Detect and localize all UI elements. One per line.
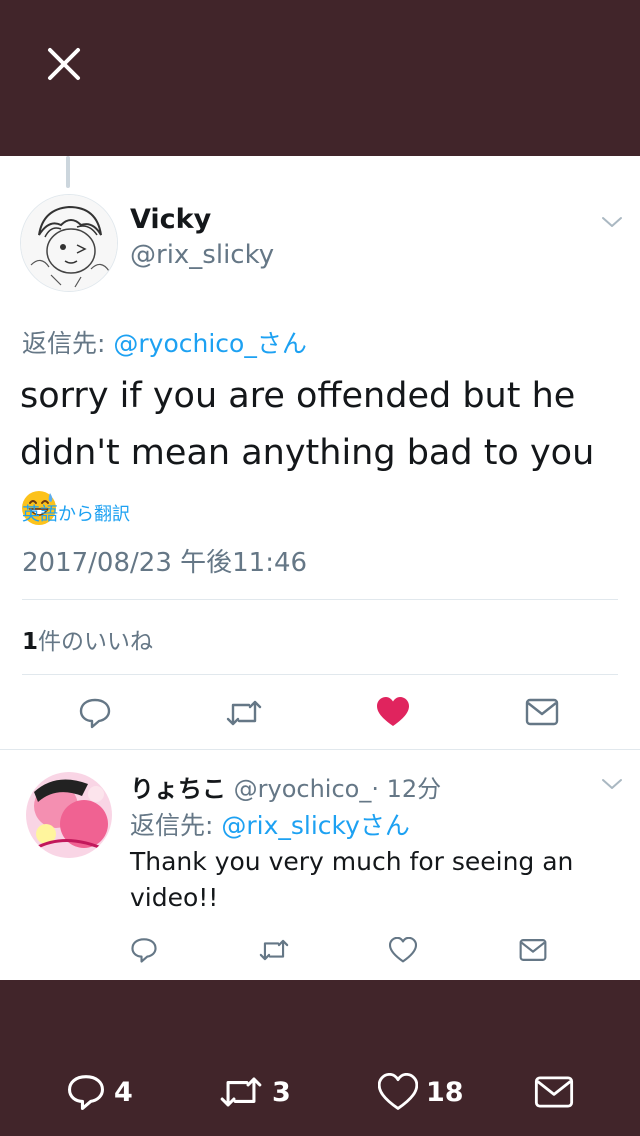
replying-to: 返信先: @ryochico_さん xyxy=(22,324,307,360)
like-button[interactable] xyxy=(376,696,410,732)
likes-count[interactable]: 1件のいいね xyxy=(22,622,153,656)
avatar[interactable] xyxy=(20,194,118,292)
mail-icon xyxy=(519,939,547,961)
thread-line xyxy=(66,156,70,188)
likes-label: 件のいいね xyxy=(38,629,154,655)
replying-to-link[interactable]: @ryochico_さん xyxy=(113,329,306,358)
reply-avatar[interactable] xyxy=(26,772,112,858)
replying-prefix: 返信先: xyxy=(22,329,114,358)
chevron-down-icon xyxy=(602,779,622,789)
reply-replying-prefix: 返信先: xyxy=(130,811,222,840)
chevron-down-icon xyxy=(602,217,622,227)
display-name[interactable]: Vicky xyxy=(130,204,211,235)
share-button[interactable] xyxy=(525,698,559,730)
reply-share-button[interactable] xyxy=(519,938,547,966)
bottom-like-button[interactable]: 18 xyxy=(378,1072,464,1112)
bottom-share-button[interactable] xyxy=(534,1072,574,1112)
reply-icon xyxy=(68,1075,104,1110)
reply-icon xyxy=(79,698,111,729)
close-icon xyxy=(48,48,80,80)
reply-button[interactable] xyxy=(78,696,112,734)
retweet-icon xyxy=(220,1077,262,1107)
mail-icon xyxy=(534,1076,574,1108)
reply-handle[interactable]: @ryochico_ xyxy=(234,775,372,803)
divider xyxy=(22,674,618,675)
user-handle[interactable]: @rix_slicky xyxy=(130,240,274,270)
reply-time: · 12分 xyxy=(371,775,442,803)
reply-menu-button[interactable] xyxy=(600,776,624,796)
retweet-button[interactable] xyxy=(225,696,263,734)
retweet-icon xyxy=(259,939,289,961)
reply-replying-to-link[interactable]: @rix_slickyさん xyxy=(221,811,410,840)
reply-count: 4 xyxy=(114,1076,133,1108)
heart-filled-icon xyxy=(377,697,409,726)
close-button[interactable] xyxy=(38,38,90,90)
retweet-count: 3 xyxy=(272,1076,291,1108)
reply-replying-to: 返信先: @rix_slickyさん xyxy=(130,806,410,842)
tweet-body: sorry if you are offended but he didn't … xyxy=(20,376,595,473)
reply-avatar-image xyxy=(26,772,112,858)
tweet-menu-button[interactable] xyxy=(600,214,624,234)
reply-like-button[interactable] xyxy=(388,936,418,967)
heart-icon xyxy=(378,1073,418,1110)
timestamp: 2017/08/23 午後11:46 xyxy=(22,548,308,578)
reply-reply-button[interactable] xyxy=(130,936,158,968)
bottom-retweet-button[interactable]: 3 xyxy=(218,1072,291,1112)
top-bar xyxy=(0,0,640,156)
divider xyxy=(0,749,640,750)
avatar-image xyxy=(21,195,117,291)
heart-icon xyxy=(388,936,418,963)
tweet-card: Vicky @rix_slicky 返信先: @ryochico_さん sorr… xyxy=(0,156,640,980)
reply-text: Thank you very much for seeing an video!… xyxy=(130,847,574,912)
translate-link[interactable]: 英語から翻訳 xyxy=(22,500,130,526)
reply-header: りょちこ @ryochico_· 12分 xyxy=(130,769,441,804)
bottom-reply-button[interactable]: 4 xyxy=(66,1072,133,1112)
reply-icon xyxy=(131,938,157,963)
like-count: 18 xyxy=(426,1076,464,1108)
reply-display-name[interactable]: りょちこ xyxy=(130,775,226,803)
divider xyxy=(22,599,618,600)
reply-retweet-button[interactable] xyxy=(258,936,290,968)
retweet-icon xyxy=(226,700,262,726)
bottom-action-bar: 4 3 18 xyxy=(0,980,640,1136)
mail-icon xyxy=(525,698,559,726)
likes-number: 1 xyxy=(22,629,39,655)
